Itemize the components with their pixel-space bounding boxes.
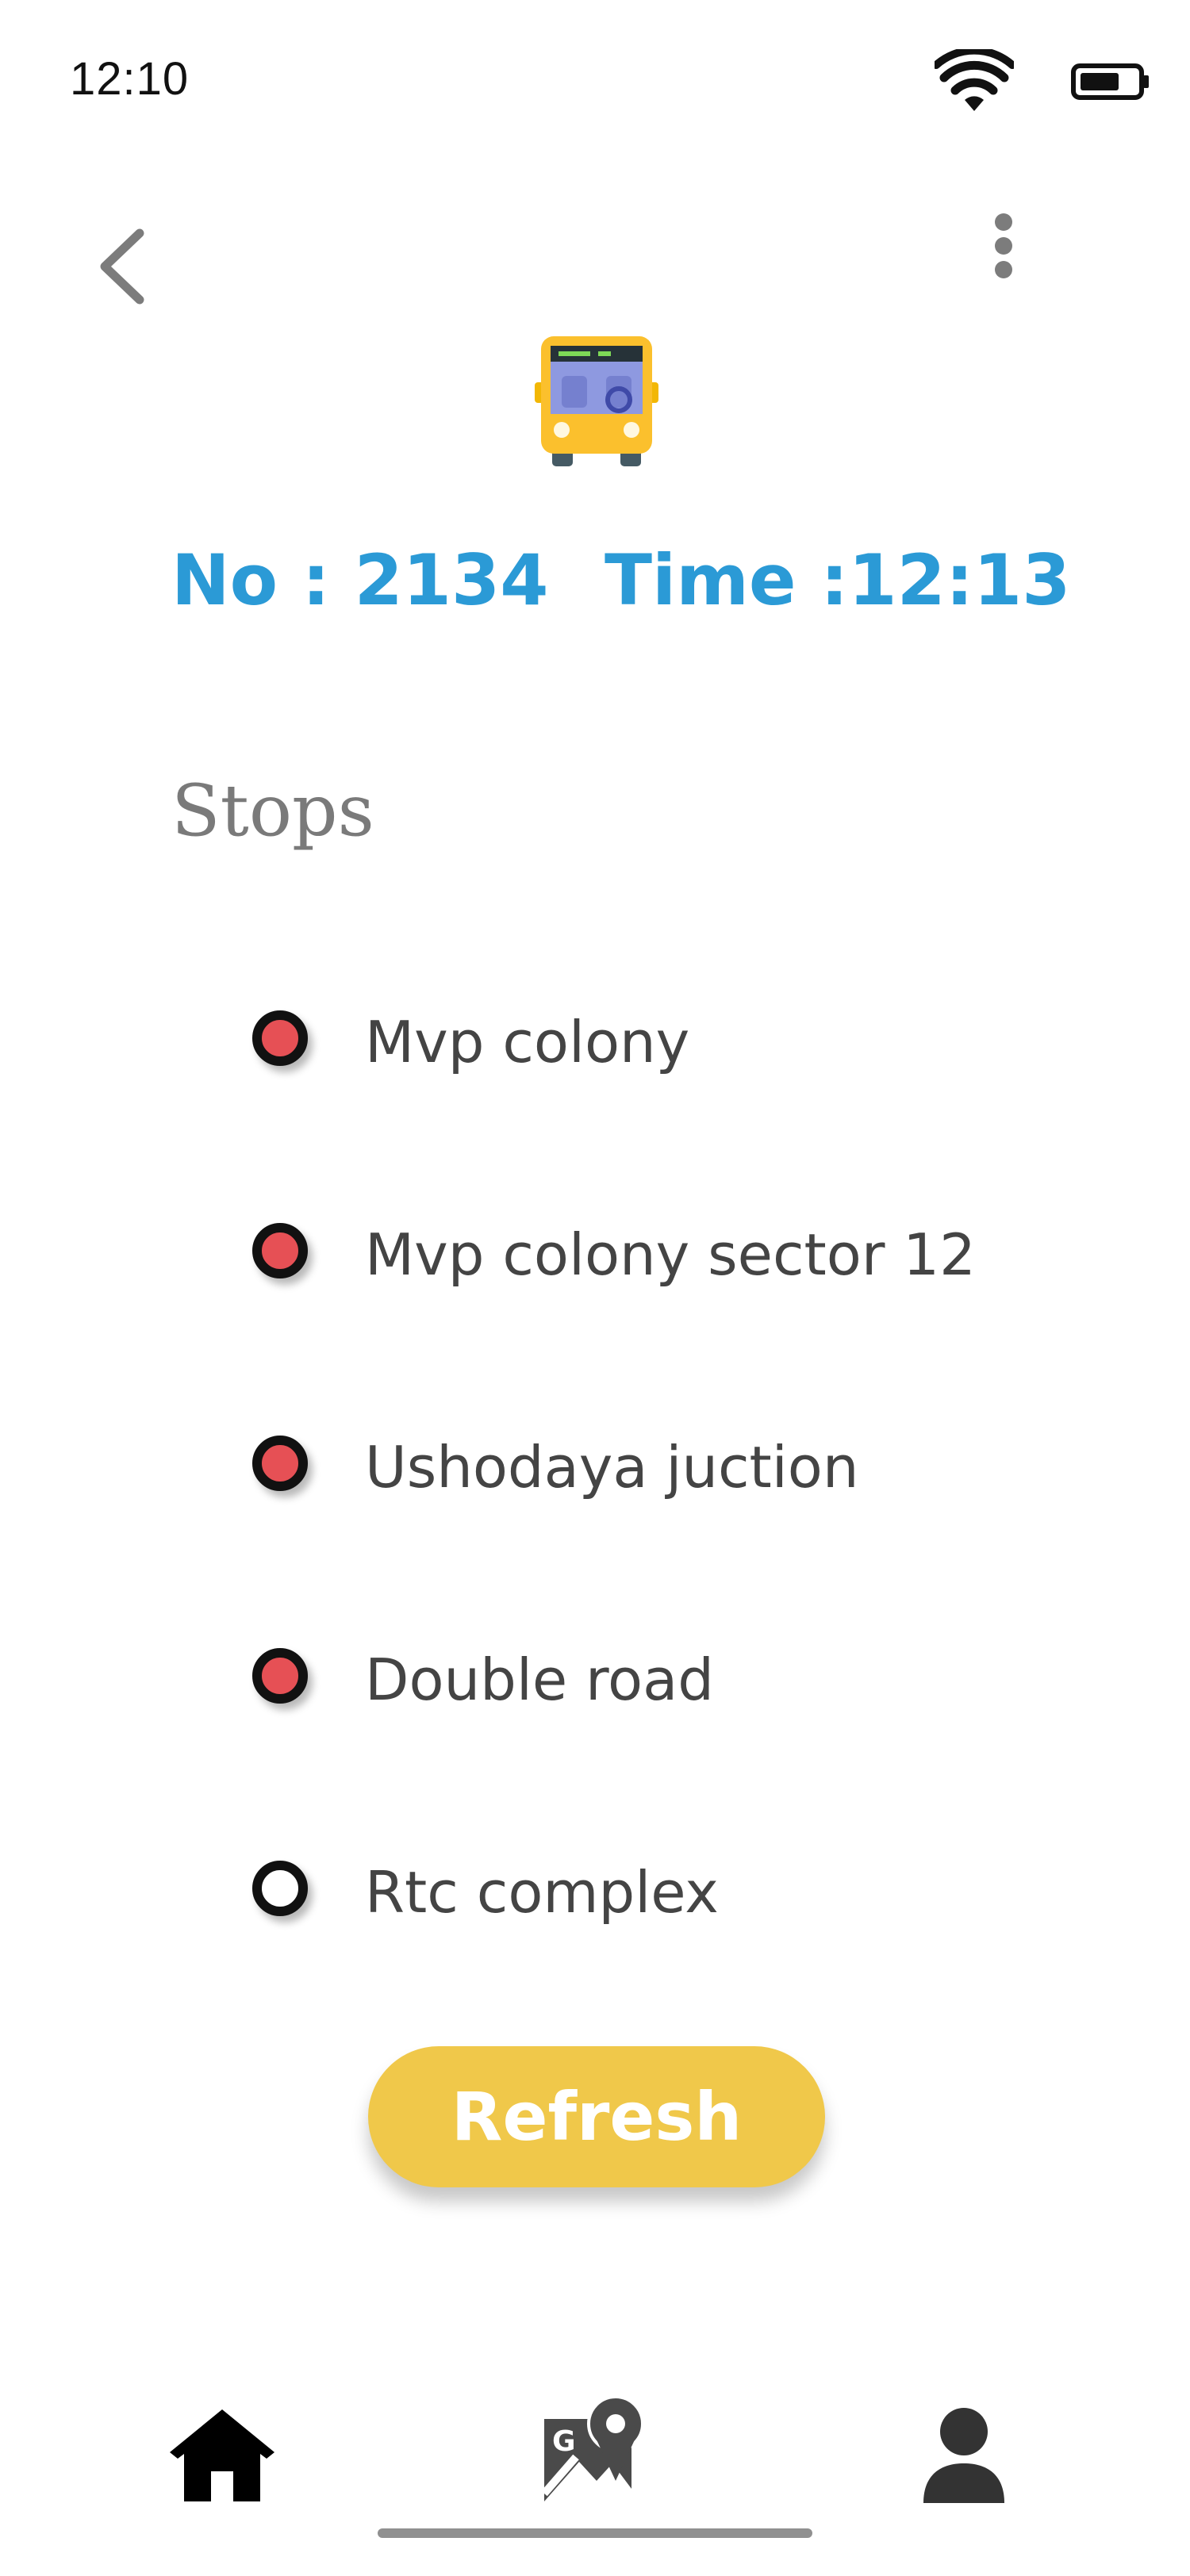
status-bar: 12:10	[0, 0, 1190, 159]
stop-label: Rtc complex	[365, 1859, 719, 1926]
stop-item: Rtc complex	[0, 1829, 1190, 1940]
stop-label: Mvp colony sector 12	[365, 1221, 976, 1288]
wifi-icon	[935, 49, 1014, 111]
stops-heading: Stops	[171, 769, 374, 853]
nav-home-button[interactable]	[167, 2403, 278, 2506]
back-button[interactable]	[86, 222, 165, 309]
nav-profile-button[interactable]	[920, 2403, 1008, 2506]
stop-item: Double road	[0, 1616, 1190, 1727]
chevron-left-icon	[100, 228, 144, 305]
svg-text:G: G	[552, 2425, 576, 2458]
stop-visited-indicator	[252, 1223, 308, 1278]
bus-info-row: No : 2134 Time :12:13	[0, 539, 1190, 634]
stop-visited-indicator	[252, 1010, 308, 1066]
map-icon: G	[541, 2395, 644, 2501]
stop-item: Ushodaya juction	[0, 1404, 1190, 1515]
stop-visited-indicator	[252, 1436, 308, 1491]
stop-visited-indicator	[252, 1648, 308, 1704]
profile-icon	[923, 2408, 1004, 2503]
stop-label: Double road	[365, 1646, 714, 1713]
stop-label: Mvp colony	[365, 1009, 690, 1075]
nav-map-button[interactable]: G	[539, 2395, 651, 2506]
stop-pending-indicator	[252, 1861, 308, 1916]
stop-item: Mvp colony sector 12	[0, 1191, 1190, 1302]
home-icon	[170, 2409, 274, 2501]
stop-label: Ushodaya juction	[365, 1434, 859, 1501]
more-vert-icon	[995, 213, 1012, 278]
bus-number: No : 2134	[171, 539, 549, 621]
refresh-button[interactable]: Refresh	[368, 2046, 825, 2187]
bus-time: Time :12:13	[605, 539, 1071, 621]
status-time: 12:10	[70, 53, 190, 105]
stop-item: Mvp colony	[0, 979, 1190, 1090]
bottom-nav: G	[0, 2379, 1190, 2538]
more-options-button[interactable]	[976, 206, 1031, 293]
home-indicator[interactable]	[378, 2528, 812, 2538]
battery-icon	[1071, 63, 1149, 100]
bus-icon	[535, 336, 658, 466]
